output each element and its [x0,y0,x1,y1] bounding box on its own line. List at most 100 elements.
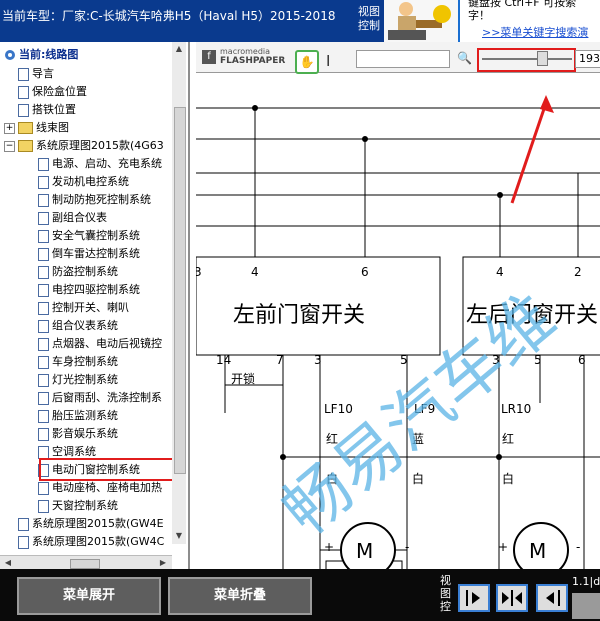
document-icon [38,301,49,315]
selection-highlight [39,458,184,481]
flash-logo-icon: f [202,50,216,64]
page-info-label: 1.1|d [572,575,600,588]
tree-item[interactable]: 保险盒位置 [18,83,87,100]
tree-item[interactable]: 胎压监测系统 [38,407,118,424]
tree-item[interactable]: 灯光控制系统 [38,371,118,388]
fit-page-button[interactable] [496,584,528,612]
actual-size-button[interactable] [536,584,568,612]
tree-item-label: 胎压监测系统 [52,409,118,422]
tree-item-label: 保险盒位置 [32,85,87,98]
find-input[interactable] [356,50,450,68]
tree-item-label: 空调系统 [52,445,96,458]
document-icon [18,535,29,549]
mechanic-icon [384,0,458,42]
car-model-label: 当前车型：厂家:C-长城汽车哈弗H5（Haval H5）2015-2018 [2,9,336,23]
tree-item[interactable]: 倒车雷达控制系统 [38,245,140,262]
wire-lf9-color2: 白 [412,471,424,486]
text-select-icon[interactable]: I [326,52,330,70]
notice-line-1: 键盘按 Ctrl+F 可按索 [468,0,577,9]
search-icon[interactable]: 🔍 [457,51,472,65]
zoom-highlight [477,48,576,72]
wire-lr10-color2: 白 [502,471,514,486]
hand-tool-icon[interactable]: ✋ [295,50,319,74]
tree-item[interactable]: 后窗雨刮、洗涤控制系 [38,389,162,406]
scroll-down-icon[interactable]: ▼ [173,530,185,542]
wire-lr10-color1: 红 [502,431,514,446]
menu-expand-button[interactable]: 菜单展开 [17,577,161,615]
tree-item[interactable]: 电动座椅、座椅电加热 [38,479,162,496]
tree-item[interactable]: 搭铁位置 [18,101,76,118]
pin-left-top-3: 6 [361,265,369,279]
viewer-toolbar: f macromedia FLASHPAPER ✋ I 🔍 193 [196,42,600,74]
network-icon [4,49,16,61]
tree-item[interactable]: 安全气囊控制系统 [38,227,140,244]
tree-item[interactable]: 组合仪表系统 [38,317,118,334]
search-tutorial-link[interactable]: >>菜单关键字搜索演 [482,26,588,39]
tree-item-label: 灯光控制系统 [52,373,118,386]
document-icon [38,193,49,207]
zoom-value-field[interactable]: 193 [575,50,600,68]
pin-left-bottom-2: 7 [276,353,284,367]
document-icon [38,481,49,495]
tree-item[interactable]: 系统原理图2015款(GW4E [18,515,164,532]
expand-icon[interactable]: + [4,123,15,134]
tree-item[interactable]: 制动防抱死控制系统 [38,191,151,208]
document-icon [38,247,49,261]
document-icon [38,157,49,171]
horizontal-scrollbar[interactable]: ◀ ▶ [0,555,172,569]
helper-illustration [384,0,458,42]
tree-item-label: 发动机电控系统 [52,175,129,188]
tree-item-label: 系统原理图2015款(GW4C [32,535,165,548]
tree-item[interactable]: 发动机电控系统 [38,173,129,190]
logo-bottom-text: FLASHPAPER [220,56,286,66]
wire-lf10: LF10 [324,402,353,416]
tree-item-label: 后窗雨刮、洗涤控制系 [52,391,162,404]
right-motor-minus: - [576,540,580,554]
document-icon [38,337,49,351]
tree-item[interactable]: 点烟器、电动后视镜控 [38,335,162,352]
left-switch-label: 左前门窗开关 [233,303,365,328]
collapse-icon[interactable]: − [4,141,15,152]
document-icon [38,445,49,459]
tree-item[interactable]: 影音娱乐系统 [38,425,118,442]
scroll-right-icon[interactable]: ▶ [157,557,169,569]
tree-item-label: 控制开关、喇叭 [52,301,129,314]
right-motor-plus: + [498,540,508,554]
tree-item[interactable]: 导言 [18,65,54,82]
tree-item-label: 防盗控制系统 [52,265,118,278]
vertical-scroll-thumb[interactable] [174,107,186,474]
scroll-left-icon[interactable]: ◀ [2,557,14,569]
tree-item[interactable]: 车身控制系统 [38,353,118,370]
tree-item-label: 副组合仪表 [52,211,107,224]
tree-item[interactable]: 电源、启动、充电系统 [38,155,162,172]
pin-left-bottom-4: 5 [400,353,408,367]
menu-collapse-button[interactable]: 菜单折叠 [168,577,312,615]
unlock-label: 开锁 [231,371,255,386]
scroll-up-icon[interactable]: ▲ [173,43,185,55]
document-icon [18,517,29,531]
tree-item[interactable]: − 系统原理图2015款(4G63 [4,137,164,154]
tree-item[interactable]: 天窗控制系统 [38,497,118,514]
page-thumbnail[interactable] [572,593,600,619]
flashpaper-logo: f macromedia FLASHPAPER [202,46,288,68]
tree-root[interactable]: 当前:线路图 [4,46,78,63]
document-icon [18,103,29,117]
document-icon [18,85,29,99]
horizontal-scroll-thumb[interactable] [70,559,100,569]
tree-item[interactable]: 防盗控制系统 [38,263,118,280]
fit-left-icon [466,590,480,606]
tree-item[interactable]: 电控四驱控制系统 [38,281,140,298]
document-icon [38,355,49,369]
pin-right-top-2: 2 [574,265,582,279]
notice-line-2: 字！ [468,9,490,22]
notice-panel: 键盘按 Ctrl+F 可按索 字！ >>菜单关键字搜索演 [458,0,600,42]
tree-item[interactable]: 系统原理图2015款(GW4C [18,533,164,550]
tree-item-label: 车身控制系统 [52,355,118,368]
tree-item[interactable]: 控制开关、喇叭 [38,299,129,316]
tree-item[interactable]: 副组合仪表 [38,209,107,226]
tree-item-label: 倒车雷达控制系统 [52,247,140,260]
tree-item[interactable]: + 线束图 [4,119,69,136]
tree-item-label: 影音娱乐系统 [52,427,118,440]
document-icon [38,229,49,243]
fit-width-button[interactable] [458,584,490,612]
